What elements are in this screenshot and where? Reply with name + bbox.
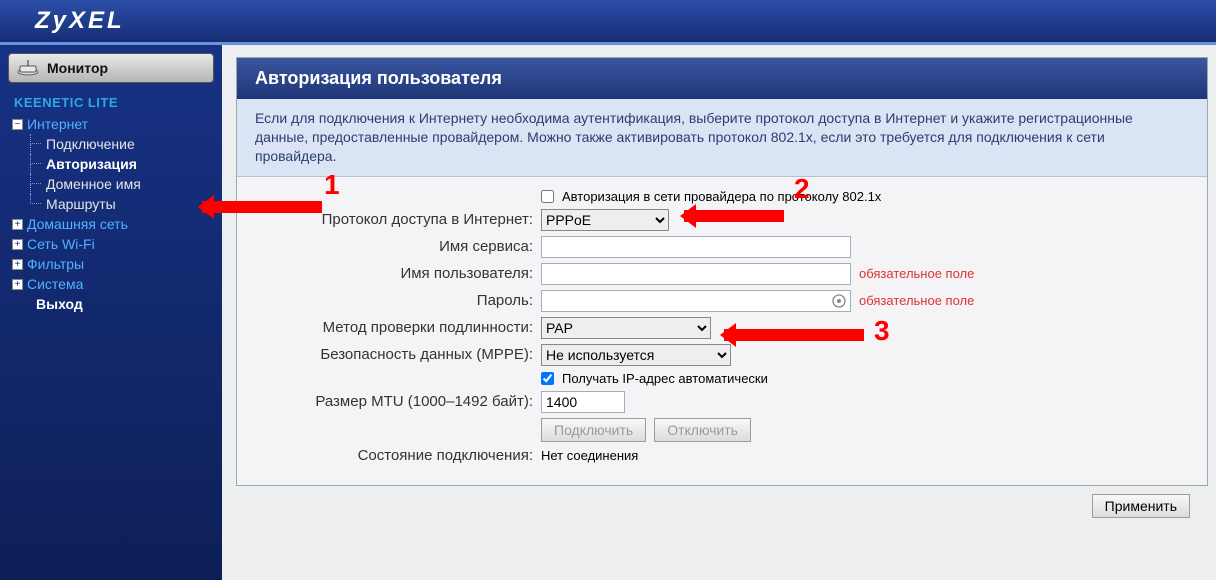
sidebar-item-authorization[interactable]: Авторизация [30,154,222,174]
checkbox-autoip[interactable] [541,372,554,385]
plus-icon: + [12,239,23,250]
hint-required-user: обязательное поле [859,266,974,281]
label-authmethod: Метод проверки подлинности: [245,319,533,336]
sidebar: Монитор KEENETIC LITE − Интернет Подключ… [0,45,222,580]
sidebar-item-label: Сеть Wi-Fi [27,236,95,252]
sidebar-item-connection[interactable]: Подключение [30,134,222,154]
sidebar-item-label: Фильтры [27,256,84,272]
plus-icon: + [12,219,23,230]
sidebar-item-domainname[interactable]: Доменное имя [30,174,222,194]
panel-description: Если для подключения к Интернету необход… [237,99,1207,177]
form-area: Авторизация в сети провайдера по протоко… [237,177,1207,485]
hint-required-pass: обязательное поле [859,293,974,308]
checkbox-8021x-label: Авторизация в сети провайдера по протоко… [562,189,881,204]
select-mppe[interactable]: Не используется [541,344,731,366]
label-protocol: Протокол доступа в Интернет: [245,211,533,228]
monitor-label: Монитор [47,60,108,76]
sidebar-item-filters[interactable]: + Фильтры [12,254,222,274]
sidebar-item-label: Система [27,276,83,292]
sidebar-item-wifi[interactable]: + Сеть Wi-Fi [12,234,222,254]
apply-button[interactable]: Применить [1092,494,1190,518]
monitor-panel[interactable]: Монитор [8,53,214,83]
input-mtu[interactable] [541,391,625,413]
panel: Авторизация пользователя Если для подклю… [236,57,1208,486]
sidebar-item-homenet[interactable]: + Домашняя сеть [12,214,222,234]
sidebar-item-label: Интернет [27,116,88,132]
label-username: Имя пользователя: [245,265,533,282]
monitor-icon [17,60,39,76]
connection-state: Нет соединения [541,448,638,463]
panel-title: Авторизация пользователя [237,58,1207,99]
header: ZyXEL [0,0,1216,45]
sidebar-item-label: Домашняя сеть [27,216,128,232]
label-mppe: Безопасность данных (MPPE): [245,346,533,363]
input-username[interactable] [541,263,851,285]
eye-icon[interactable] [831,293,847,312]
label-password: Пароль: [245,292,533,309]
connect-button[interactable]: Подключить [541,418,646,442]
input-service[interactable] [541,236,851,258]
content: Авторизация пользователя Если для подклю… [222,45,1216,580]
product-name: KEENETIC LITE [0,91,222,114]
select-authmethod[interactable]: PAP [541,317,711,339]
label-state: Состояние подключения: [245,447,533,464]
input-password[interactable] [541,290,851,312]
disconnect-button[interactable]: Отключить [654,418,751,442]
plus-icon: + [12,279,23,290]
checkbox-autoip-label: Получать IP-адрес автоматически [562,371,768,386]
checkbox-8021x[interactable] [541,190,554,203]
select-protocol[interactable]: PPPoE [541,209,669,231]
sidebar-item-routes[interactable]: Маршруты [30,194,222,214]
brand-logo: ZyXEL [35,7,125,35]
minus-icon: − [12,119,23,130]
sidebar-item-exit[interactable]: Выход [12,294,222,314]
sidebar-item-system[interactable]: + Система [12,274,222,294]
label-mtu: Размер MTU (1000–1492 байт): [245,393,533,410]
plus-icon: + [12,259,23,270]
sidebar-item-internet[interactable]: − Интернет [12,114,222,134]
label-service: Имя сервиса: [245,238,533,255]
